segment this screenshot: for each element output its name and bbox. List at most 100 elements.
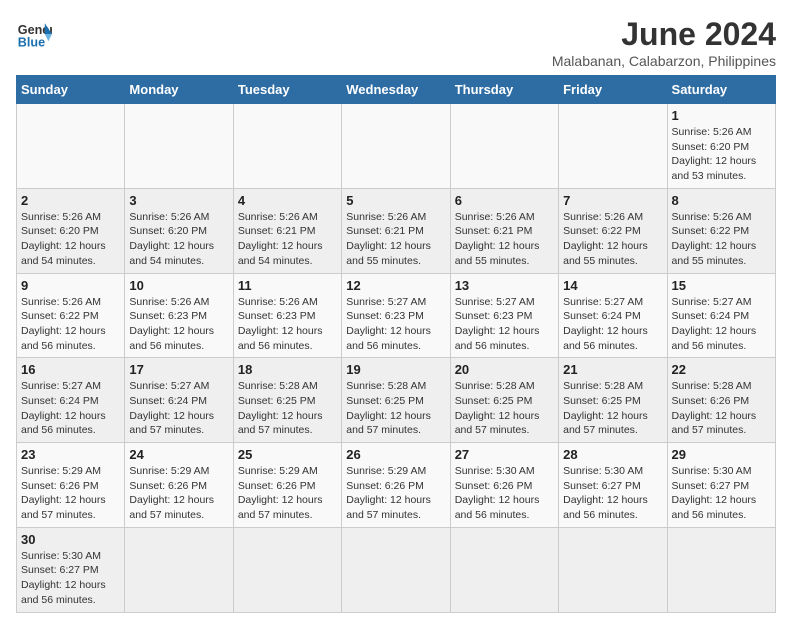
header-sunday: Sunday xyxy=(17,76,125,104)
calendar-day-cell: 26 Sunrise: 5:29 AM Sunset: 6:26 PM Dayli… xyxy=(342,443,450,528)
day-info: Sunrise: 5:26 AM Sunset: 6:20 PM Dayligh… xyxy=(129,210,228,269)
calendar-day-cell xyxy=(233,104,341,189)
calendar-day-cell: 17 Sunrise: 5:27 AM Sunset: 6:24 PM Dayli… xyxy=(125,358,233,443)
day-info: Sunrise: 5:26 AM Sunset: 6:23 PM Dayligh… xyxy=(238,295,337,354)
day-number: 26 xyxy=(346,447,445,462)
calendar-week-row: 16 Sunrise: 5:27 AM Sunset: 6:24 PM Dayli… xyxy=(17,358,776,443)
calendar-day-cell xyxy=(559,527,667,612)
day-info: Sunrise: 5:26 AM Sunset: 6:22 PM Dayligh… xyxy=(21,295,120,354)
day-number: 7 xyxy=(563,193,662,208)
day-info: Sunrise: 5:29 AM Sunset: 6:26 PM Dayligh… xyxy=(129,464,228,523)
calendar-day-cell: 18Sunrise: 5:28 AM Sunset: 6:25 PM Dayli… xyxy=(233,358,341,443)
day-info: Sunrise: 5:29 AM Sunset: 6:26 PM Dayligh… xyxy=(346,464,445,523)
header-saturday: Saturday xyxy=(667,76,775,104)
day-info: Sunrise: 5:29 AM Sunset: 6:26 PM Dayligh… xyxy=(21,464,120,523)
calendar-day-cell xyxy=(125,104,233,189)
calendar-day-cell: 13Sunrise: 5:27 AM Sunset: 6:23 PM Dayli… xyxy=(450,273,558,358)
day-info: Sunrise: 5:26 AM Sunset: 6:22 PM Dayligh… xyxy=(563,210,662,269)
calendar-day-cell xyxy=(450,104,558,189)
day-number: 1 xyxy=(672,108,771,123)
day-info: Sunrise: 5:26 AM Sunset: 6:20 PM Dayligh… xyxy=(21,210,120,269)
calendar-week-row: 30Sunrise: 5:30 AM Sunset: 6:27 PM Dayli… xyxy=(17,527,776,612)
day-number: 20 xyxy=(455,362,554,377)
calendar-table: Sunday Monday Tuesday Wednesday Thursday… xyxy=(16,75,776,613)
calendar-day-cell: 7 Sunrise: 5:26 AM Sunset: 6:22 PM Daylig… xyxy=(559,188,667,273)
day-info: Sunrise: 5:30 AM Sunset: 6:27 PM Dayligh… xyxy=(21,549,120,608)
day-info: Sunrise: 5:26 AM Sunset: 6:21 PM Dayligh… xyxy=(346,210,445,269)
day-info: Sunrise: 5:30 AM Sunset: 6:26 PM Dayligh… xyxy=(455,464,554,523)
day-number: 27 xyxy=(455,447,554,462)
calendar-day-cell xyxy=(559,104,667,189)
calendar-day-cell: 12 Sunrise: 5:27 AM Sunset: 6:23 PM Dayli… xyxy=(342,273,450,358)
day-info: Sunrise: 5:27 AM Sunset: 6:24 PM Dayligh… xyxy=(129,379,228,438)
calendar-week-row: 23 Sunrise: 5:29 AM Sunset: 6:26 PM Dayli… xyxy=(17,443,776,528)
day-info: Sunrise: 5:30 AM Sunset: 6:27 PM Dayligh… xyxy=(563,464,662,523)
day-info: Sunrise: 5:28 AM Sunset: 6:25 PM Dayligh… xyxy=(563,379,662,438)
day-number: 16 xyxy=(21,362,120,377)
calendar-day-cell: 28Sunrise: 5:30 AM Sunset: 6:27 PM Dayli… xyxy=(559,443,667,528)
calendar-day-cell: 14 Sunrise: 5:27 AM Sunset: 6:24 PM Dayli… xyxy=(559,273,667,358)
calendar-day-cell xyxy=(233,527,341,612)
day-info: Sunrise: 5:27 AM Sunset: 6:24 PM Dayligh… xyxy=(563,295,662,354)
calendar-day-cell: 8Sunrise: 5:26 AM Sunset: 6:22 PM Daylig… xyxy=(667,188,775,273)
calendar-day-cell: 3 Sunrise: 5:26 AM Sunset: 6:20 PM Daylig… xyxy=(125,188,233,273)
page-header: General Blue June 2024 Malabanan, Calaba… xyxy=(16,16,776,69)
day-number: 11 xyxy=(238,278,337,293)
calendar-day-cell: 4 Sunrise: 5:26 AM Sunset: 6:21 PM Daylig… xyxy=(233,188,341,273)
calendar-day-cell: 1 Sunrise: 5:26 AM Sunset: 6:20 PM Daylig… xyxy=(667,104,775,189)
calendar-header-row: Sunday Monday Tuesday Wednesday Thursday… xyxy=(17,76,776,104)
logo-icon: General Blue xyxy=(16,16,52,52)
day-number: 23 xyxy=(21,447,120,462)
header-tuesday: Tuesday xyxy=(233,76,341,104)
calendar-day-cell xyxy=(342,527,450,612)
calendar-day-cell: 25Sunrise: 5:29 AM Sunset: 6:26 PM Dayli… xyxy=(233,443,341,528)
calendar-day-cell xyxy=(17,104,125,189)
day-number: 17 xyxy=(129,362,228,377)
day-info: Sunrise: 5:28 AM Sunset: 6:26 PM Dayligh… xyxy=(672,379,771,438)
day-info: Sunrise: 5:27 AM Sunset: 6:24 PM Dayligh… xyxy=(672,295,771,354)
day-info: Sunrise: 5:26 AM Sunset: 6:21 PM Dayligh… xyxy=(238,210,337,269)
day-number: 12 xyxy=(346,278,445,293)
calendar-day-cell: 2Sunrise: 5:26 AM Sunset: 6:20 PM Daylig… xyxy=(17,188,125,273)
day-number: 3 xyxy=(129,193,228,208)
calendar-day-cell: 29Sunrise: 5:30 AM Sunset: 6:27 PM Dayli… xyxy=(667,443,775,528)
day-number: 18 xyxy=(238,362,337,377)
day-number: 29 xyxy=(672,447,771,462)
calendar-day-cell: 5 Sunrise: 5:26 AM Sunset: 6:21 PM Daylig… xyxy=(342,188,450,273)
calendar-day-cell: 23 Sunrise: 5:29 AM Sunset: 6:26 PM Dayli… xyxy=(17,443,125,528)
day-info: Sunrise: 5:27 AM Sunset: 6:23 PM Dayligh… xyxy=(346,295,445,354)
calendar-day-cell: 20 Sunrise: 5:28 AM Sunset: 6:25 PM Dayli… xyxy=(450,358,558,443)
calendar-week-row: 9 Sunrise: 5:26 AM Sunset: 6:22 PM Daylig… xyxy=(17,273,776,358)
calendar-day-cell: 16 Sunrise: 5:27 AM Sunset: 6:24 PM Dayli… xyxy=(17,358,125,443)
day-info: Sunrise: 5:27 AM Sunset: 6:24 PM Dayligh… xyxy=(21,379,120,438)
calendar-day-cell: 24 Sunrise: 5:29 AM Sunset: 6:26 PM Dayli… xyxy=(125,443,233,528)
calendar-day-cell: 27 Sunrise: 5:30 AM Sunset: 6:26 PM Dayli… xyxy=(450,443,558,528)
day-info: Sunrise: 5:26 AM Sunset: 6:23 PM Dayligh… xyxy=(129,295,228,354)
calendar-day-cell: 22 Sunrise: 5:28 AM Sunset: 6:26 PM Dayli… xyxy=(667,358,775,443)
day-info: Sunrise: 5:29 AM Sunset: 6:26 PM Dayligh… xyxy=(238,464,337,523)
day-info: Sunrise: 5:26 AM Sunset: 6:20 PM Dayligh… xyxy=(672,125,771,184)
day-number: 4 xyxy=(238,193,337,208)
day-number: 9 xyxy=(21,278,120,293)
month-year-title: June 2024 xyxy=(552,16,776,53)
calendar-day-cell: 9 Sunrise: 5:26 AM Sunset: 6:22 PM Daylig… xyxy=(17,273,125,358)
day-number: 14 xyxy=(563,278,662,293)
day-number: 10 xyxy=(129,278,228,293)
day-number: 5 xyxy=(346,193,445,208)
day-info: Sunrise: 5:28 AM Sunset: 6:25 PM Dayligh… xyxy=(455,379,554,438)
calendar-day-cell xyxy=(125,527,233,612)
calendar-day-cell: 30Sunrise: 5:30 AM Sunset: 6:27 PM Dayli… xyxy=(17,527,125,612)
calendar-day-cell: 6Sunrise: 5:26 AM Sunset: 6:21 PM Daylig… xyxy=(450,188,558,273)
header-wednesday: Wednesday xyxy=(342,76,450,104)
day-number: 15 xyxy=(672,278,771,293)
calendar-day-cell: 11 Sunrise: 5:26 AM Sunset: 6:23 PM Dayli… xyxy=(233,273,341,358)
location-subtitle: Malabanan, Calabarzon, Philippines xyxy=(552,53,776,69)
day-info: Sunrise: 5:26 AM Sunset: 6:22 PM Dayligh… xyxy=(672,210,771,269)
calendar-day-cell xyxy=(450,527,558,612)
day-number: 24 xyxy=(129,447,228,462)
calendar-day-cell: 21Sunrise: 5:28 AM Sunset: 6:25 PM Dayli… xyxy=(559,358,667,443)
header-friday: Friday xyxy=(559,76,667,104)
day-info: Sunrise: 5:28 AM Sunset: 6:25 PM Dayligh… xyxy=(346,379,445,438)
day-number: 22 xyxy=(672,362,771,377)
calendar-week-row: 1 Sunrise: 5:26 AM Sunset: 6:20 PM Daylig… xyxy=(17,104,776,189)
